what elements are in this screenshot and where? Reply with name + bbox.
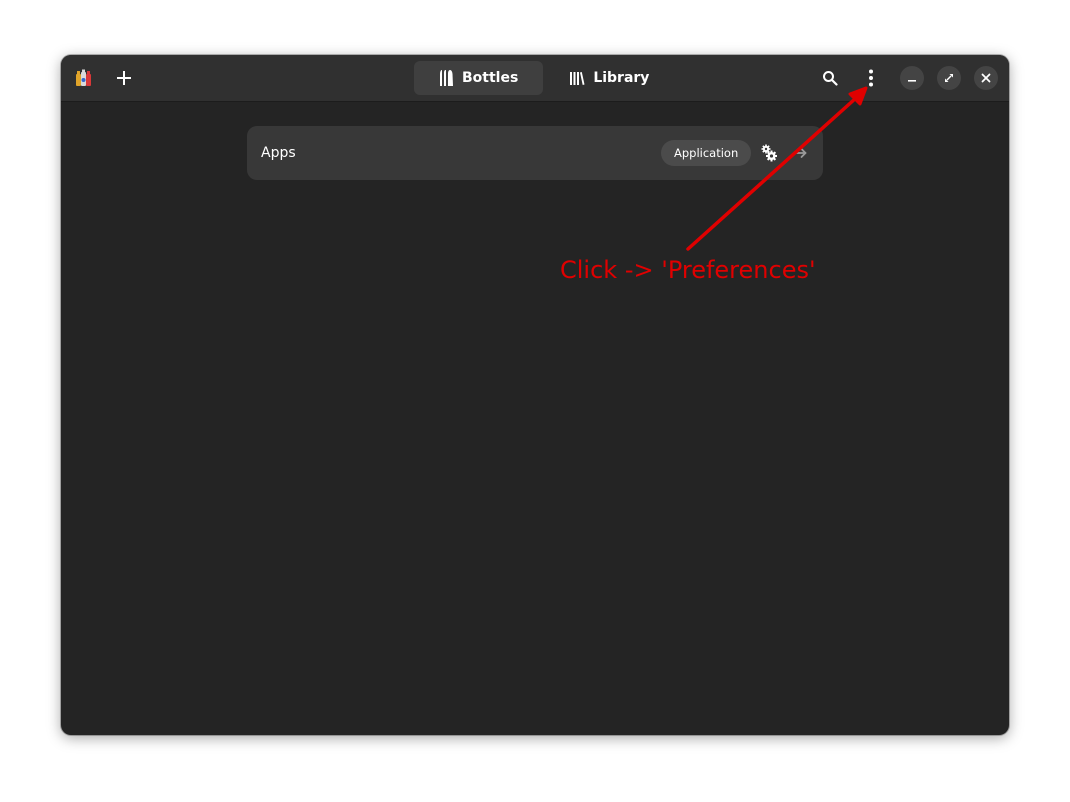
tab-library-label: Library	[593, 70, 650, 86]
search-button[interactable]	[817, 65, 843, 91]
tab-bottles[interactable]: Bottles	[414, 61, 544, 95]
minimize-button[interactable]	[900, 66, 924, 90]
gears-icon	[761, 144, 777, 162]
maximize-button[interactable]	[937, 66, 961, 90]
run-executable-button[interactable]	[759, 143, 779, 163]
arrow-right-icon	[795, 148, 807, 158]
main-menu-button[interactable]	[858, 65, 884, 91]
maximize-icon	[945, 74, 953, 82]
search-icon	[823, 71, 838, 86]
minimize-icon	[908, 80, 916, 82]
close-icon	[981, 73, 991, 83]
bottles-window: Bottles Library Apps Application	[61, 55, 1009, 735]
bottles-app-icon	[73, 67, 95, 89]
annotation-text: Click -> 'Preferences'	[560, 256, 816, 284]
bottles-icon	[440, 70, 453, 86]
tab-library[interactable]: Library	[547, 61, 671, 95]
close-button[interactable]	[974, 66, 998, 90]
kebab-menu-icon	[869, 69, 873, 87]
bottle-name: Apps	[261, 145, 296, 161]
view-switcher: Bottles Library	[414, 61, 671, 95]
add-bottle-button[interactable]	[111, 65, 137, 91]
environment-badge[interactable]: Application	[661, 140, 752, 166]
bottle-row-apps[interactable]: Apps Application	[247, 126, 823, 180]
tab-bottles-label: Bottles	[462, 70, 519, 86]
header-bar: Bottles Library	[61, 55, 1009, 102]
library-icon	[570, 72, 585, 85]
open-bottle-button[interactable]	[793, 145, 809, 161]
add-icon	[117, 71, 131, 85]
